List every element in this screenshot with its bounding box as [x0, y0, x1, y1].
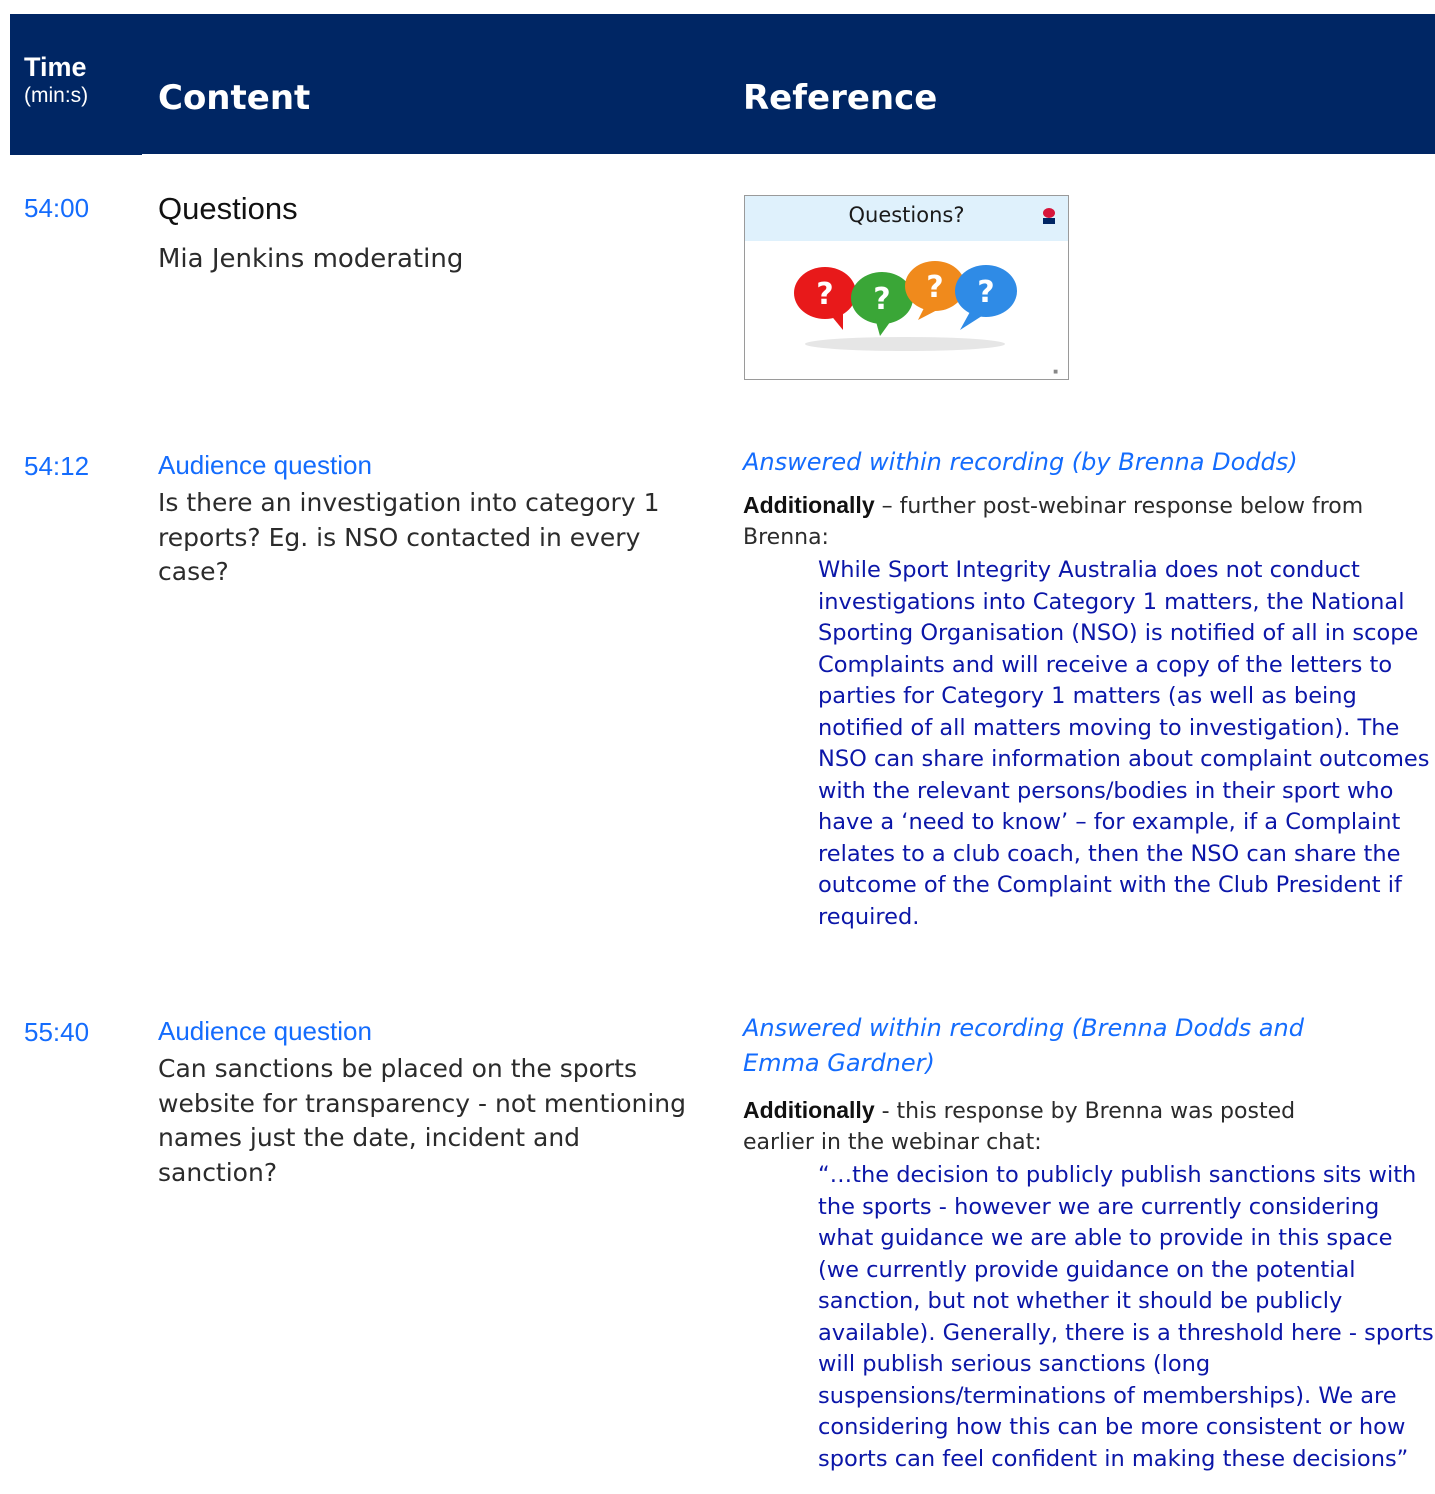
- bubble-blue: ?: [955, 265, 1017, 330]
- additionally-label: Additionally: [743, 1097, 875, 1123]
- bubble-mark: ?: [926, 270, 943, 305]
- section-subtitle: Mia Jenkins moderating: [158, 244, 464, 274]
- question-text: Is there an investigation into category …: [158, 488, 660, 586]
- response-text: “…the decision to publicly publish sanct…: [818, 1162, 1434, 1472]
- additionally-label: Additionally: [743, 492, 875, 518]
- timestamp: 54:12: [24, 451, 90, 481]
- timestamp: 55:40: [24, 1017, 90, 1047]
- nsw-waratah-icon: [1041, 207, 1057, 231]
- answered-note: Answered within recording (Brenna Dodds …: [743, 1014, 1304, 1077]
- question-label: Audience question: [158, 450, 372, 480]
- additional-intro: Additionally - this response by Brenna w…: [743, 1095, 1363, 1158]
- question-bubbles-icon: ? ? ? ?: [794, 261, 1017, 351]
- time-header-unit: (min:s): [24, 84, 89, 107]
- bubble-mark: ?: [873, 282, 890, 317]
- bubble-red: ?: [794, 267, 856, 330]
- bubble-mark: ?: [816, 277, 833, 312]
- timestamp: 54:00: [24, 193, 90, 223]
- slide-footer-mark: ■: [1053, 369, 1058, 375]
- time-header-label: Time: [24, 52, 87, 82]
- time-column-header: Time (min:s): [24, 50, 88, 108]
- reference-column-header: Reference: [743, 78, 938, 118]
- content-column-header: Content: [158, 78, 311, 118]
- reference-cell: Answered within recording (by Brenna Dod…: [743, 445, 1433, 933]
- bubble-mark: ?: [977, 275, 994, 310]
- section-title: Questions: [158, 191, 298, 226]
- content-cell: Questions Mia Jenkins moderating: [158, 190, 703, 277]
- content-cell: Audience question Is there an investigat…: [158, 449, 703, 590]
- question-text: Can sanctions be placed on the sports we…: [158, 1054, 687, 1187]
- additional-intro: Additionally – further post-webinar resp…: [743, 490, 1433, 553]
- table-header: Time (min:s) Content Reference: [10, 14, 1435, 154]
- answered-note: Answered within recording (by Brenna Dod…: [743, 448, 1298, 476]
- response-text: While Sport Integrity Australia does not…: [818, 557, 1430, 930]
- bubble-green: ?: [851, 272, 913, 336]
- question-label: Audience question: [158, 1016, 372, 1046]
- reference-cell: Answered within recording (Brenna Dodds …: [743, 1011, 1434, 1475]
- slide-thumbnail: Questions? ? ? ? ? ■: [744, 195, 1069, 380]
- header-divider: [10, 152, 142, 155]
- slide-title: Questions?: [848, 203, 965, 227]
- content-cell: Audience question Can sanctions be place…: [158, 1015, 703, 1190]
